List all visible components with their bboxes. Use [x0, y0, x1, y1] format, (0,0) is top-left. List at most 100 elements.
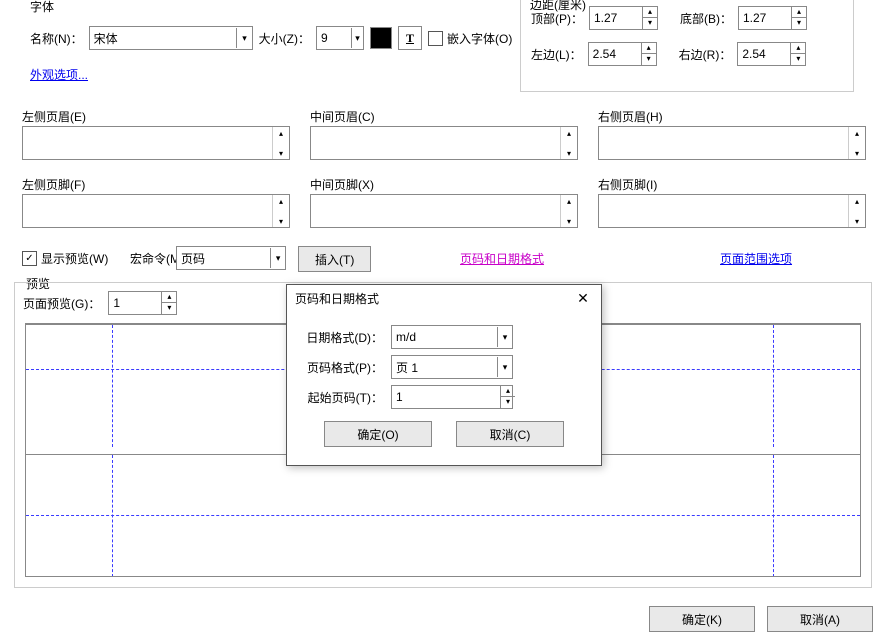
- spin-down[interactable]: ▾: [792, 18, 806, 28]
- date-format-combo[interactable]: ▾: [391, 325, 513, 349]
- margin-top-spin[interactable]: ▴▾: [589, 6, 658, 30]
- dialog-title: 页码和日期格式: [295, 290, 379, 307]
- spin-down[interactable]: ▾: [273, 215, 289, 227]
- spin-up[interactable]: ▴: [273, 127, 289, 139]
- checkbox-box: ✓: [22, 251, 37, 266]
- chevron-down-icon: ▾: [242, 34, 247, 43]
- center-header-input[interactable]: [311, 127, 560, 159]
- right-footer-label: 右侧页脚(I): [598, 176, 657, 193]
- page-date-format-dialog: 页码和日期格式 ✕ 日期格式(D)： ▾ 页码格式(P)： ▾ 起始页码(T)：: [286, 284, 602, 466]
- spin-down[interactable]: ▾: [642, 54, 656, 64]
- left-header-input[interactable]: [23, 127, 272, 159]
- right-header-label: 右侧页眉(H): [598, 108, 663, 125]
- margin-group: 顶部(P)： ▴▾ 底部(B)： ▴▾ 左边(L)： ▴▾: [520, 0, 854, 92]
- show-preview-checkbox[interactable]: ✓ 显示预览(W): [22, 250, 108, 267]
- date-format-input[interactable]: [392, 327, 497, 347]
- right-footer-input[interactable]: [599, 195, 848, 227]
- center-footer-label: 中间页脚(X): [310, 176, 374, 193]
- left-header-field[interactable]: ▴▾: [22, 126, 290, 160]
- spin-up[interactable]: ▴: [501, 386, 515, 397]
- left-footer-field[interactable]: ▴▾: [22, 194, 290, 228]
- spin-up[interactable]: ▴: [642, 43, 656, 54]
- spin-down[interactable]: ▾: [561, 215, 577, 227]
- page-format-input[interactable]: [392, 357, 497, 377]
- margin-right-spin[interactable]: ▴▾: [737, 42, 806, 66]
- show-preview-label: 显示预览(W): [41, 250, 108, 267]
- margin-bottom-input[interactable]: [739, 7, 791, 29]
- margin-left-label: 左边(L)：: [531, 46, 582, 63]
- center-header-label: 中间页眉(C): [310, 108, 375, 125]
- macro-dropdown-button[interactable]: ▾: [270, 248, 285, 268]
- center-footer-input[interactable]: [311, 195, 560, 227]
- font-name-dropdown-button[interactable]: ▾: [236, 28, 251, 48]
- font-name-input[interactable]: [90, 28, 237, 48]
- spin-up[interactable]: ▴: [791, 43, 805, 54]
- spin-down[interactable]: ▾: [162, 303, 176, 313]
- date-format-dropdown-button[interactable]: ▾: [497, 327, 512, 347]
- page-format-dropdown-button[interactable]: ▾: [497, 357, 512, 377]
- margin-bottom-label: 底部(B)：: [680, 10, 732, 27]
- margin-bottom-spin[interactable]: ▴▾: [738, 6, 807, 30]
- dialog-cancel-button[interactable]: 取消(C): [456, 421, 564, 447]
- font-group-title: 字体: [30, 0, 54, 15]
- margin-right-input[interactable]: [738, 43, 790, 65]
- page-range-options-link[interactable]: 页面范围选项: [720, 250, 792, 267]
- center-footer-field[interactable]: ▴▾: [310, 194, 578, 228]
- spin-down[interactable]: ▾: [791, 54, 805, 64]
- right-header-input[interactable]: [599, 127, 848, 159]
- appearance-options-link[interactable]: 外观选项...: [30, 66, 88, 83]
- margin-left-input[interactable]: [589, 43, 641, 65]
- cancel-button[interactable]: 取消(A): [767, 606, 873, 632]
- page-date-format-link[interactable]: 页码和日期格式: [460, 250, 544, 267]
- spin-down[interactable]: ▾: [849, 215, 865, 227]
- margin-top-label: 顶部(P)：: [531, 10, 583, 27]
- chevron-down-icon: ▾: [503, 333, 508, 342]
- spin-up[interactable]: ▴: [162, 292, 176, 303]
- spin-down[interactable]: ▾: [273, 147, 289, 159]
- left-footer-label: 左侧页脚(F): [22, 176, 85, 193]
- checkbox-box: [428, 31, 443, 46]
- embed-font-checkbox[interactable]: 嵌入字体(O): [428, 30, 512, 47]
- font-size-label: 大小(Z)：: [259, 30, 310, 47]
- center-header-field[interactable]: ▴▾: [310, 126, 578, 160]
- spin-down[interactable]: ▾: [643, 18, 657, 28]
- spin-up[interactable]: ▴: [643, 7, 657, 18]
- page-preview-spin[interactable]: ▴▾: [108, 291, 177, 315]
- dialog-ok-button[interactable]: 确定(O): [324, 421, 432, 447]
- spin-down[interactable]: ▾: [501, 397, 515, 407]
- spin-up[interactable]: ▴: [561, 195, 577, 207]
- dialog-close-button[interactable]: ✕: [571, 288, 595, 308]
- macro-input[interactable]: [177, 248, 270, 268]
- right-footer-field[interactable]: ▴▾: [598, 194, 866, 228]
- left-header-label: 左侧页眉(E): [22, 108, 86, 125]
- insert-button[interactable]: 插入(T): [298, 246, 371, 272]
- font-size-input[interactable]: [317, 28, 351, 48]
- spin-up[interactable]: ▴: [849, 127, 865, 139]
- start-page-spin[interactable]: ▴▾: [391, 385, 513, 409]
- spin-up[interactable]: ▴: [561, 127, 577, 139]
- start-page-input[interactable]: [392, 386, 500, 408]
- font-color-swatch[interactable]: [370, 27, 392, 49]
- date-format-label: 日期格式(D)：: [299, 329, 383, 346]
- margin-left-spin[interactable]: ▴▾: [588, 42, 657, 66]
- spin-up[interactable]: ▴: [792, 7, 806, 18]
- spin-up[interactable]: ▴: [849, 195, 865, 207]
- margin-right-label: 右边(R)：: [679, 46, 732, 63]
- page-format-label: 页码格式(P)：: [299, 359, 383, 376]
- right-header-field[interactable]: ▴▾: [598, 126, 866, 160]
- embed-font-label: 嵌入字体(O): [447, 30, 512, 47]
- margin-top-input[interactable]: [590, 7, 642, 29]
- page-preview-input[interactable]: [109, 292, 161, 314]
- font-size-combo[interactable]: ▾: [316, 26, 364, 50]
- font-name-combo[interactable]: ▾: [89, 26, 253, 50]
- spin-down[interactable]: ▾: [561, 147, 577, 159]
- ok-button[interactable]: 确定(K): [649, 606, 755, 632]
- font-size-dropdown-button[interactable]: ▾: [351, 28, 363, 48]
- font-name-label: 名称(N)：: [30, 30, 83, 47]
- page-format-combo[interactable]: ▾: [391, 355, 513, 379]
- spin-up[interactable]: ▴: [273, 195, 289, 207]
- font-underline-button[interactable]: T: [398, 26, 422, 50]
- spin-down[interactable]: ▾: [849, 147, 865, 159]
- macro-combo[interactable]: ▾: [176, 246, 286, 270]
- left-footer-input[interactable]: [23, 195, 272, 227]
